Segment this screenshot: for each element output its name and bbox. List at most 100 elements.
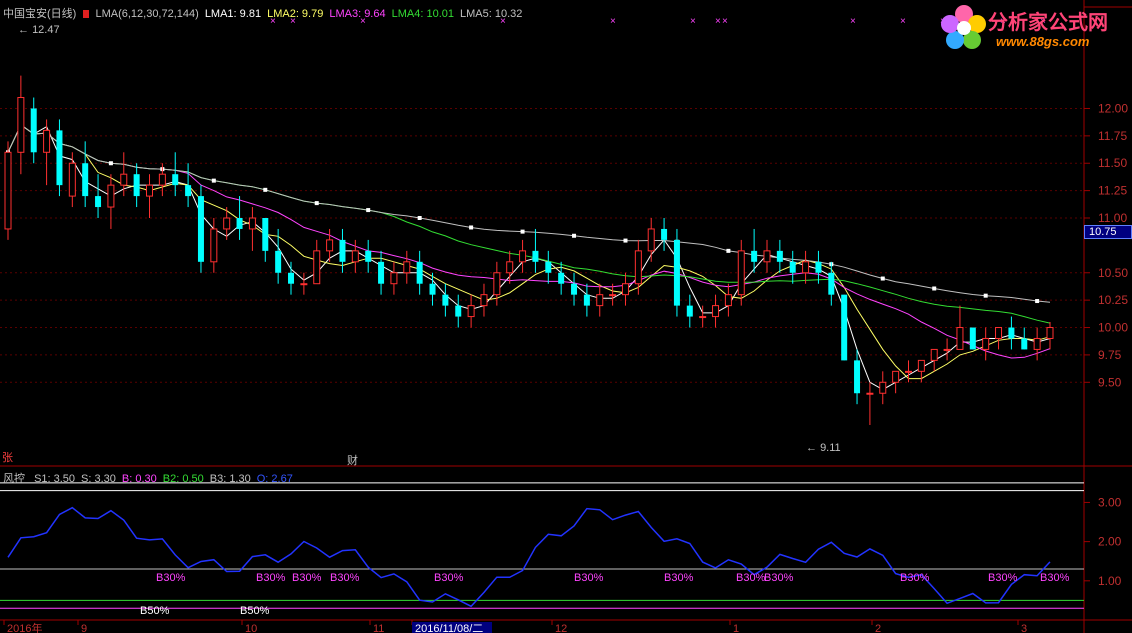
candle-body [172,174,179,186]
b50-label: B50% [240,605,270,617]
candle-body [158,173,166,186]
indicator-legend-item: B3: 1.30 [209,473,251,485]
candle-body [326,239,334,252]
candle-body [442,294,449,306]
ma-dot [932,286,937,291]
price-tick-label: 10.00 [1098,321,1128,335]
candle-body [1033,337,1041,350]
candle-body [30,108,37,153]
candle-body [776,250,783,262]
price-tick-label: 11.75 [1098,129,1127,143]
ma-dot [108,161,113,166]
candle-body [223,217,231,230]
b30-label: B30% [156,572,186,584]
candle-body [95,196,102,208]
flower-logo-icon [941,5,986,49]
candle-body [43,129,51,153]
price-tick-label: 9.50 [1098,375,1122,389]
date-label: 11 [373,623,384,633]
indicator-title[interactable]: 风控 [3,473,25,485]
ma-dot [1035,299,1040,304]
ma-dot [520,229,525,234]
b50-label: B50% [140,605,170,617]
candle-body [815,261,822,273]
signal-marker: × [690,16,696,27]
candle-body [545,261,552,273]
signal-marker: × [610,16,616,27]
candle-body [1046,327,1054,339]
candle-body [854,360,861,394]
candle-body [930,348,938,361]
candle-body [506,261,514,274]
stock-chart[interactable]: 12.0011.7511.5011.2511.0010.5010.2510.00… [0,0,1132,633]
candle-body [661,228,668,240]
candle-body [789,261,796,273]
ma-legend-item: LMA1: 9.81 [204,8,262,20]
marker-left[interactable]: 张 [2,449,13,465]
ma-dot [880,276,885,281]
candle-body [248,217,256,230]
candle-body [904,370,912,373]
b30-label: B30% [988,572,1018,584]
date-label: 9 [81,623,87,633]
indicator-header: 风控 S1: 3.50 S: 3.30 B: 0.30 B2: 0.50 B3: 1.3… [3,470,293,486]
date-label: 1 [733,623,739,633]
indicator-panel: 3.002.001.00B30% B30% B30% B30% B30% B30% B30%… [0,482,1122,617]
date-label: 12 [555,623,567,633]
candle-body [300,283,308,286]
candle-body [197,196,204,262]
ma-legend-item: LMA5: 10.32 [459,8,523,20]
ma-line-lma1 [7,124,1051,391]
candle-body [892,370,900,383]
oscillator-line [7,506,1051,608]
ma-dot [417,216,422,220]
candle-body [866,392,874,395]
stock-title[interactable]: 中国宝安(日线) [3,8,76,20]
signal-marker: × [850,16,856,27]
ma-dot [983,293,988,298]
candle-body [647,228,655,252]
ma-dot [572,233,577,238]
candle-body [416,261,423,284]
candle-body [365,250,372,262]
candle-body [107,184,115,208]
b30-label: B30% [256,572,286,584]
candle-body [571,283,578,295]
ma-dot [211,178,216,183]
indicator-tick-label: 1.00 [1098,574,1122,588]
date-label: 2016/11/08/二 [415,623,483,633]
logo-url: www.88gs.com [996,34,1090,49]
signal-marker: × [722,16,728,27]
ma-legend: LMA(6,12,30,72,144) LMA1: 9.81 LMA2: 9.79 L… [95,8,528,20]
marker-mid[interactable]: 财 [347,452,358,468]
candle-body [699,316,707,319]
date-axis: 2016年 9 10 11 2016/11/08/二 12 1 2 3 [3,620,1027,633]
candle-body [917,359,925,372]
price-tick-label: 11.25 [1098,184,1127,198]
b30-label: B30% [900,572,930,584]
candle-body [493,272,501,296]
site-logo: 分析家公式网 www.88gs.com [936,2,1126,52]
candle-body [339,239,346,262]
info-icon[interactable] [83,10,90,19]
b30-label: B30% [434,572,464,584]
candle-body [532,250,539,262]
candle-body [724,294,732,307]
candle-body [982,337,990,350]
candle-body [351,250,359,263]
candle-body [763,250,771,263]
price-tick-label: 12.00 [1098,101,1128,115]
candle-body [995,327,1003,339]
ma-line-lma2 [7,124,1051,380]
candle-body [378,261,385,284]
indicator-legend-item: S1: 3.50 [34,473,76,485]
ma-dot [314,201,319,206]
candle-body [558,272,565,284]
b30-label: B30% [736,572,766,584]
candle-body [262,218,269,251]
candle-body [185,185,192,197]
candle-body [133,174,140,197]
candle-body [146,184,154,197]
candle-body [609,294,617,297]
candle-body [313,250,321,285]
